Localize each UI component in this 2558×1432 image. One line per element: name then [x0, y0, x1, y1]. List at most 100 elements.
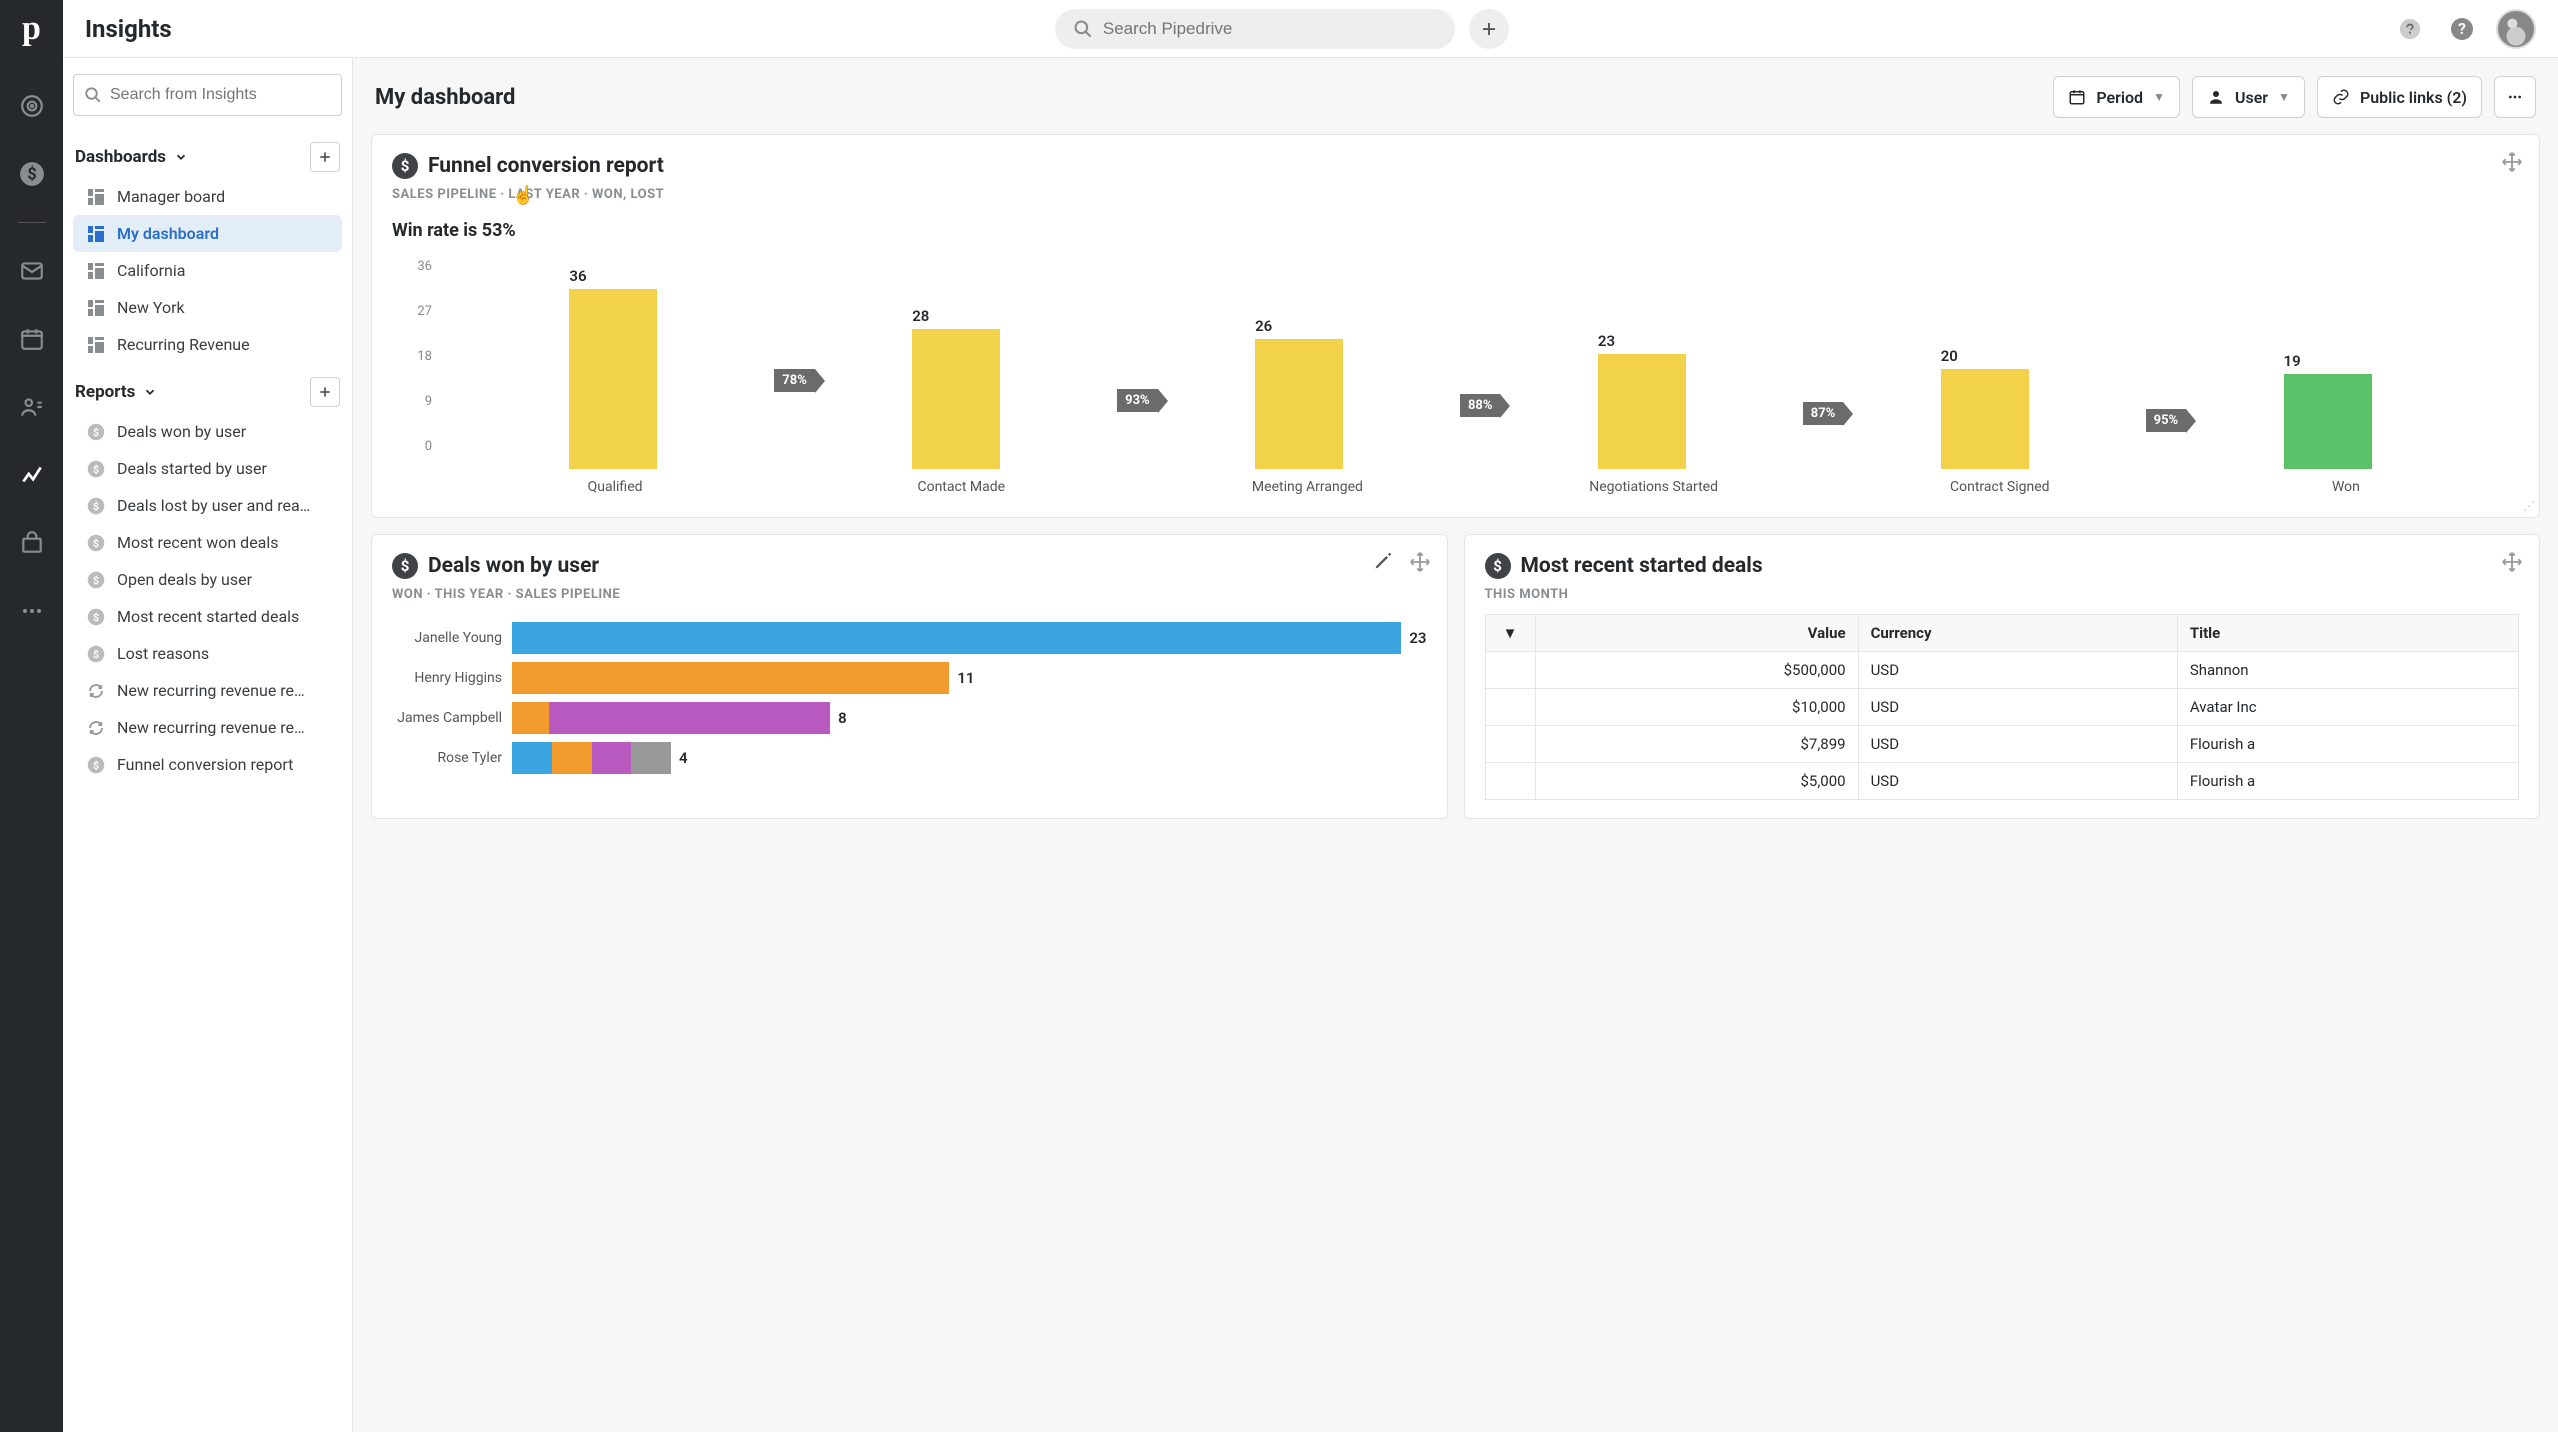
dollar-icon[interactable]: $ — [12, 154, 52, 194]
table-row[interactable]: $7,899USDFlourish a — [1485, 726, 2519, 763]
sidebar-item-report[interactable]: $Open deals by user — [73, 561, 342, 598]
contacts-icon[interactable] — [12, 387, 52, 427]
dollar-icon: $ — [392, 153, 418, 179]
chevron-down-icon: ▼ — [2278, 90, 2290, 104]
hbar-segment — [512, 702, 549, 734]
add-dashboard-button[interactable] — [310, 142, 340, 172]
cell-title: Flourish a — [2177, 726, 2518, 763]
user-avatar[interactable] — [2496, 9, 2536, 49]
more-icon[interactable] — [12, 591, 52, 631]
drag-handle[interactable] — [1409, 551, 1431, 573]
funnel-value: 26 — [1255, 317, 1272, 335]
table-row[interactable]: $500,000USDShannon — [1485, 652, 2519, 689]
hbar-segment — [592, 742, 632, 774]
col-title[interactable]: Title — [2177, 615, 2518, 652]
sidebar-item-label: California — [117, 261, 185, 280]
period-selector[interactable]: Period ▼ — [2053, 76, 2180, 118]
sidebar-item-dashboard[interactable]: New York — [73, 289, 342, 326]
sidebar-search[interactable] — [73, 74, 342, 116]
add-button[interactable] — [1469, 9, 1509, 49]
sidebar-item-report[interactable]: New recurring revenue re… — [73, 709, 342, 746]
funnel-bar: 28 — [912, 329, 1000, 469]
sidebar-item-report[interactable]: $Most recent started deals — [73, 598, 342, 635]
cell-value: $500,000 — [1535, 652, 1858, 689]
sidebar-item-report[interactable]: $Deals lost by user and rea… — [73, 487, 342, 524]
dashboard-icon — [87, 337, 105, 353]
edit-button[interactable] — [1373, 551, 1393, 571]
funnel-category-label: Contact Made — [788, 479, 1134, 499]
funnel-stage[interactable]: 88%26 — [1128, 339, 1471, 469]
svg-text:$: $ — [93, 758, 99, 771]
sidebar-item-dashboard[interactable]: California — [73, 252, 342, 289]
cursor-icon: ☝ — [512, 185, 534, 206]
recent-deals-table: ▼ Value Currency Title $500,000USDShanno… — [1485, 614, 2520, 800]
funnel-stage[interactable]: 19 — [2156, 374, 2499, 469]
hbar-row[interactable]: James Campbell8 — [392, 702, 1427, 734]
help-icon[interactable]: ? — [2444, 11, 2480, 47]
public-links-button[interactable]: Public links (2) — [2317, 76, 2482, 118]
dollar-icon: $ — [87, 534, 105, 552]
recent-deals-subtitle: THIS MONTH — [1485, 587, 2520, 602]
insights-icon[interactable] — [12, 455, 52, 495]
col-value[interactable]: Value — [1535, 615, 1858, 652]
table-row[interactable]: $10,000USDAvatar Inc — [1485, 689, 2519, 726]
funnel-stage[interactable]: 87%23 — [1470, 354, 1813, 469]
svg-text:$: $ — [93, 425, 99, 438]
sidebar-item-report[interactable]: $ Most recent won deals — [73, 524, 342, 561]
recent-deals-card: $ Most recent started deals THIS MONTH ▼… — [1464, 534, 2541, 819]
mail-icon[interactable] — [12, 251, 52, 291]
table-row[interactable]: $5,000USDFlourish a — [1485, 763, 2519, 800]
more-actions-button[interactable] — [2494, 76, 2536, 118]
resize-handle[interactable]: ⋰ — [2523, 499, 2535, 513]
hbar-row[interactable]: Rose Tyler4 — [392, 742, 1427, 774]
tips-icon[interactable] — [2392, 11, 2428, 47]
calendar-icon[interactable] — [12, 319, 52, 359]
drag-handle[interactable] — [2501, 551, 2523, 573]
dashboards-toggle[interactable]: Dashboards — [75, 147, 188, 167]
sidebar-item-label: My dashboard — [117, 224, 219, 243]
drag-handle[interactable] — [2501, 151, 2523, 173]
funnel-value: 36 — [569, 267, 586, 285]
funnel-value: 19 — [2284, 352, 2301, 370]
sidebar-item-report[interactable]: $Funnel conversion report — [73, 746, 342, 783]
cell-currency: USD — [1858, 726, 2177, 763]
sidebar-item-report[interactable]: $Lost reasons — [73, 635, 342, 672]
cell-value: $7,899 — [1535, 726, 1858, 763]
sort-column[interactable]: ▼ — [1485, 615, 1535, 652]
y-axis: 36271890 — [402, 259, 432, 439]
sidebar-item-report[interactable]: $Deals won by user — [73, 413, 342, 450]
hbar-fill — [512, 622, 1401, 654]
sidebar-search-input[interactable] — [110, 86, 331, 104]
hbar-value: 23 — [1409, 629, 1426, 647]
dollar-icon: $ — [87, 645, 105, 663]
pipedrive-logo[interactable]: p — [22, 10, 41, 48]
funnel-stage[interactable]: 93%28 — [785, 329, 1128, 469]
period-label: Period — [2096, 88, 2143, 107]
sidebar-item-report[interactable]: New recurring revenue re… — [73, 672, 342, 709]
dollar-icon: $ — [87, 460, 105, 478]
global-search-input[interactable] — [1103, 19, 1437, 39]
reports-toggle[interactable]: Reports — [75, 382, 157, 402]
hbar-value: 8 — [838, 709, 847, 727]
sidebar-item-label: Manager board — [117, 187, 225, 206]
sidebar-item-label: Most recent won deals — [117, 533, 279, 552]
hbar-track: 23 — [512, 622, 1427, 654]
target-icon[interactable] — [12, 86, 52, 126]
funnel-subtitle: SALES PIPELINE · LAST YEAR · WON, LOST — [392, 187, 2519, 202]
deals-won-chart: Janelle Young23 Henry Higgins11 James Camp… — [392, 622, 1427, 774]
sidebar-item-dashboard[interactable]: Recurring Revenue — [73, 326, 342, 363]
add-report-button[interactable] — [310, 377, 340, 407]
sidebar-item-dashboard[interactable]: Manager board — [73, 178, 342, 215]
col-currency[interactable]: Currency — [1858, 615, 2177, 652]
user-selector[interactable]: User ▼ — [2192, 76, 2305, 118]
sidebar-item-report[interactable]: $Deals started by user — [73, 450, 342, 487]
funnel-stage[interactable]: 95%20 — [1813, 369, 2156, 469]
global-search[interactable] — [1055, 9, 1455, 49]
sidebar-item-dashboard[interactable]: My dashboard — [73, 215, 342, 252]
hbar-row[interactable]: Henry Higgins11 — [392, 662, 1427, 694]
sidebar-item-label: Recurring Revenue — [117, 335, 250, 354]
hbar-row[interactable]: Janelle Young23 — [392, 622, 1427, 654]
products-icon[interactable] — [12, 523, 52, 563]
search-icon — [1073, 19, 1093, 39]
funnel-stage[interactable]: 78%36 — [442, 289, 785, 469]
